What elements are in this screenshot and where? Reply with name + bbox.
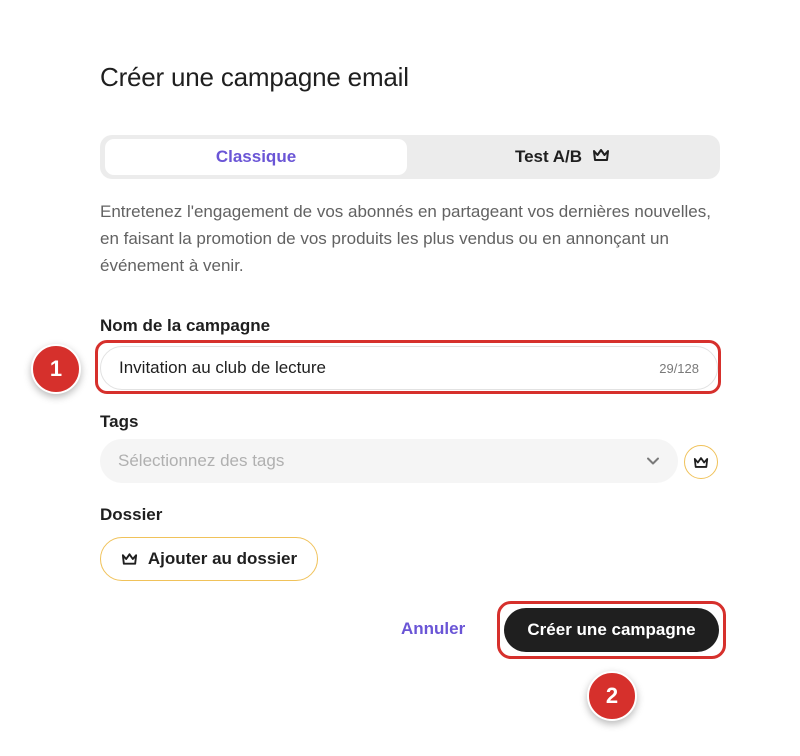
campaign-description: Entretenez l'engagement de vos abonnés e…	[100, 202, 711, 275]
tags-placeholder: Sélectionnez des tags	[118, 451, 285, 470]
tab-classique[interactable]: Classique	[105, 139, 407, 175]
add-to-folder-label: Ajouter au dossier	[147, 549, 298, 568]
campaign-name-value: Invitation au club de lecture	[119, 358, 326, 377]
campaign-type-tabs: Classique Test A/B	[100, 135, 720, 179]
crown-icon	[121, 552, 138, 566]
campaign-name-label: Nom de la campagne	[100, 316, 271, 335]
tab-test-ab-label: Test A/B	[514, 147, 583, 166]
page-title: Créer une campagne email	[100, 62, 409, 92]
cancel-button[interactable]: Annuler	[401, 619, 465, 639]
tags-select[interactable]: Sélectionnez des tags	[100, 439, 678, 483]
crown-icon	[592, 147, 610, 167]
create-campaign-button[interactable]: Créer une campagne	[504, 608, 719, 652]
step-marker-2: 2	[587, 671, 637, 721]
tab-test-ab[interactable]: Test A/B	[410, 139, 715, 175]
tags-premium-button[interactable]	[684, 445, 718, 479]
add-to-folder-button[interactable]: Ajouter au dossier	[100, 537, 318, 581]
folder-label: Dossier	[100, 505, 163, 524]
tags-label: Tags	[100, 412, 139, 431]
campaign-name-input[interactable]: Invitation au club de lecture 29/128	[100, 346, 718, 390]
crown-icon	[693, 456, 709, 469]
character-counter: 29/128	[659, 360, 699, 376]
tab-classique-label: Classique	[215, 147, 297, 166]
create-campaign-label: Créer une campagne	[527, 620, 696, 639]
step-marker-1: 1	[31, 344, 81, 394]
chevron-down-icon	[646, 456, 660, 466]
